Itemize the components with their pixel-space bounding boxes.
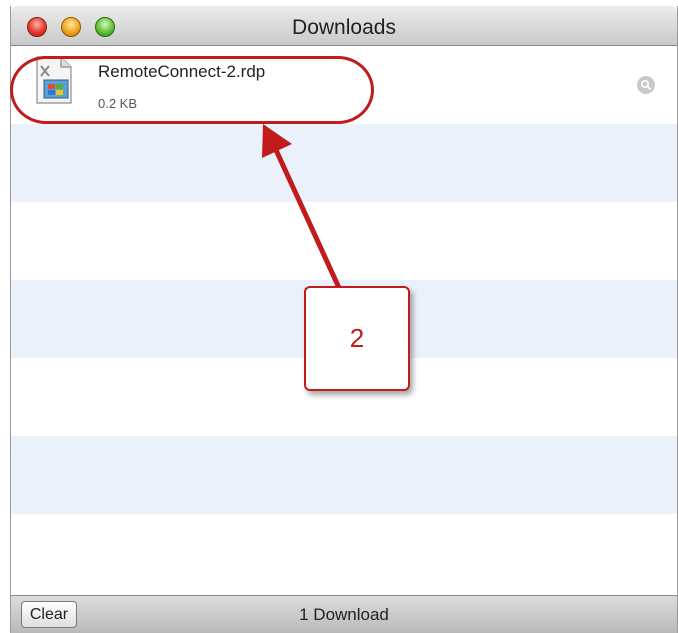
title-bar[interactable]: Downloads [11,6,677,46]
rdp-file-icon [36,56,72,104]
list-row-stripe [11,124,677,202]
download-count-status: 1 Download [299,605,389,624]
window-title: Downloads [292,16,396,39]
download-file-name: RemoteConnect-2.rdp [98,62,266,81]
list-row-stripe [11,514,677,592]
download-item[interactable]: RemoteConnect-2.rdp 0.2 KB [11,48,677,126]
list-row-stripe [11,436,677,514]
download-file-size: 0.2 KB [98,96,138,111]
reveal-in-finder-icon[interactable] [637,76,655,94]
list-row-stripe [11,202,677,280]
annotation-callout: 2 [304,286,410,391]
bottom-bar: Clear 1 Download [11,595,677,633]
